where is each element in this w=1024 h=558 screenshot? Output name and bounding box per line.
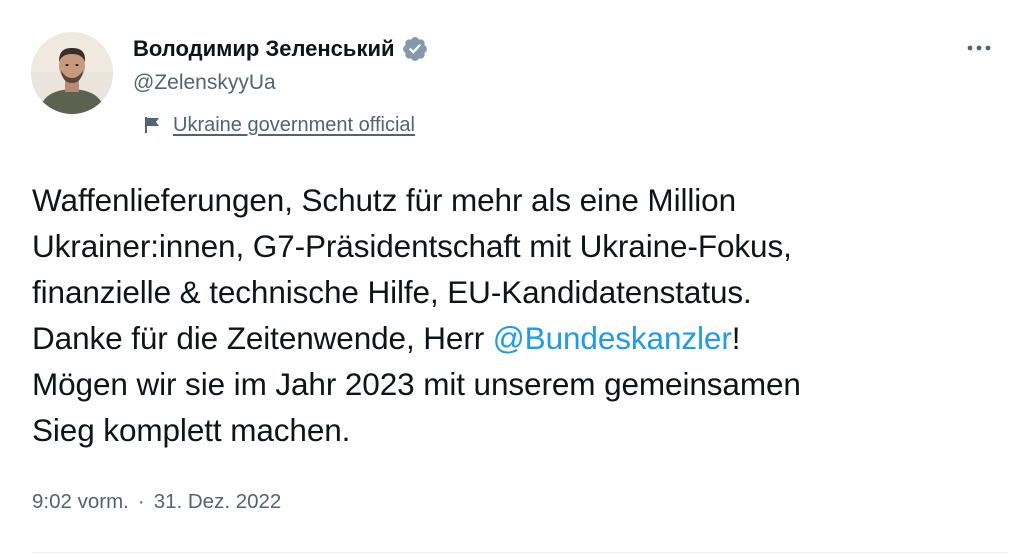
government-label-row: Ukraine government official — [143, 110, 415, 140]
tweet-text-segment: ! — [731, 320, 741, 356]
verified-badge-icon — [401, 35, 429, 63]
name-row: Володимир Зеленський — [133, 32, 944, 66]
government-official-label[interactable]: Ukraine government official — [173, 114, 415, 137]
more-horizontal-icon — [967, 45, 991, 51]
tweet-card: Володимир Зеленський @ZelenskyyUa Ukrain… — [0, 0, 1024, 558]
tweet-text-segment: Danke für die Zeitenwende, Herr — [32, 320, 493, 356]
more-options-button[interactable] — [964, 34, 994, 62]
tweet-text-line: Sieg komplett machen. — [32, 412, 351, 448]
avatar[interactable] — [31, 32, 113, 114]
tweet-text-line: Mögen wir sie im Jahr 2023 mit unserem g… — [32, 366, 801, 402]
tweet-text: Waffenlieferungen, Schutz für mehr als e… — [32, 177, 1007, 453]
tweet-text-line: Waffenlieferungen, Schutz für mehr als e… — [32, 182, 737, 218]
tweet-time[interactable]: 9:02 vorm. — [32, 490, 129, 514]
tweet-header: Володимир Зеленський @ZelenskyyUa — [133, 32, 944, 98]
divider — [32, 552, 1008, 553]
avatar-image — [31, 32, 113, 114]
user-handle[interactable]: @ZelenskyyUa — [133, 68, 944, 98]
tweet-text-line: finanzielle & technische Hilfe, EU-Kandi… — [32, 274, 752, 310]
tweet-date[interactable]: 31. Dez. 2022 — [154, 490, 282, 514]
tweet-timestamp: 9:02 vorm. · 31. Dez. 2022 — [32, 490, 281, 514]
tweet-text-line: Danke für die Zeitenwende, Herr @Bundesk… — [32, 315, 1007, 361]
mention-link[interactable]: @Bundeskanzler — [493, 320, 732, 356]
flag-icon — [143, 115, 163, 135]
display-name[interactable]: Володимир Зеленський — [133, 36, 395, 62]
tweet-text-line: Ukrainer:innen, G7-Präsidentschaft mit U… — [32, 228, 792, 264]
separator-dot: · — [137, 490, 145, 513]
